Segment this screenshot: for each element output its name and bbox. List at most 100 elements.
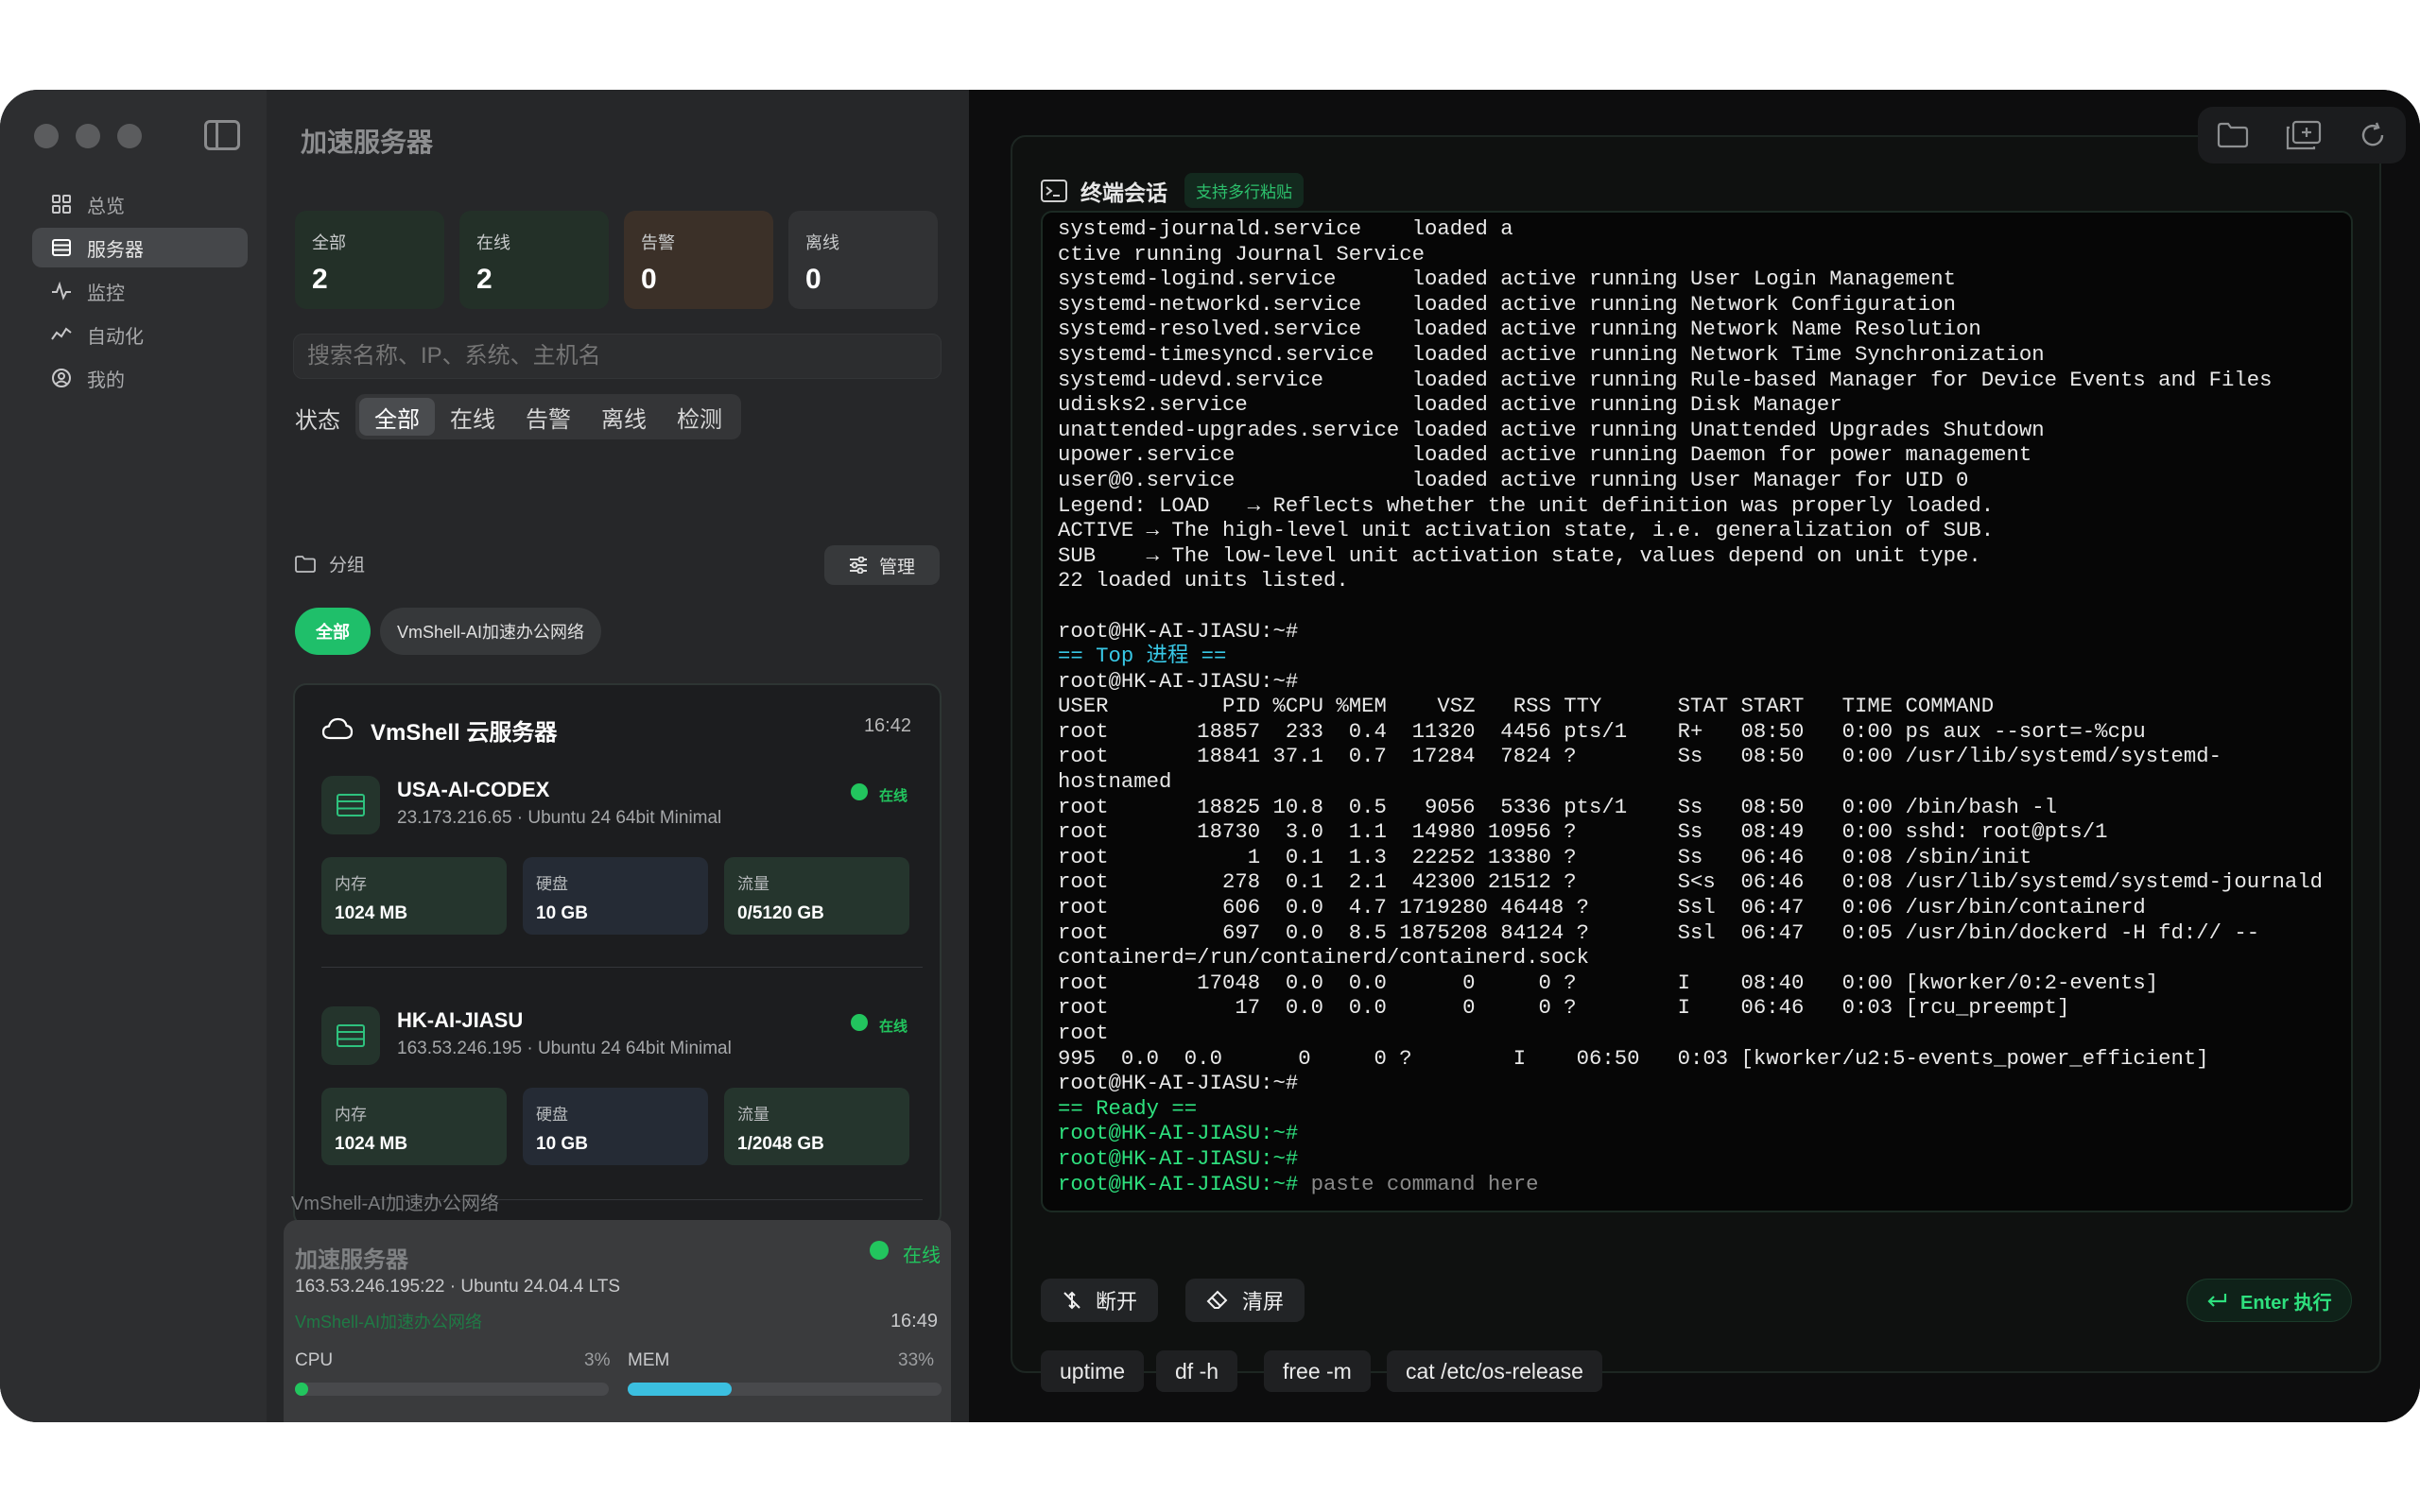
stat-card-offline[interactable]: 离线 0 xyxy=(788,211,938,309)
server-item-hk-ai-jiasu[interactable]: HK-AI-JIASU 163.53.246.195 · Ubuntu 24 6… xyxy=(321,1006,926,1205)
status-filter-label: 状态 xyxy=(295,408,340,434)
filter-tab-warning[interactable]: 告警 xyxy=(510,398,586,436)
metric-memory: 内存 1024 MB xyxy=(321,1088,507,1165)
enter-execute-button[interactable]: Enter 执行 xyxy=(2187,1279,2352,1322)
terminal-line: containerd=/run/containerd/containerd.so… xyxy=(1058,945,1589,971)
folder-icon[interactable] xyxy=(2217,122,2249,148)
stat-card-warning[interactable]: 告警 0 xyxy=(624,211,773,309)
server-icon xyxy=(51,237,72,258)
folder-icon xyxy=(295,555,316,573)
close-window-button[interactable] xyxy=(34,124,59,148)
command-input[interactable]: paste command here xyxy=(1311,1172,1539,1196)
sliders-icon xyxy=(849,557,868,574)
terminal-line: 22 loaded units listed. xyxy=(1058,568,1349,593)
stat-value: 2 xyxy=(312,264,328,295)
server-icon xyxy=(321,1006,380,1065)
stat-label: 在线 xyxy=(476,233,510,252)
sidebar-item-automation[interactable]: 自动化 xyxy=(32,315,248,354)
cpu-value: 3% xyxy=(584,1350,611,1370)
refresh-icon[interactable] xyxy=(2359,121,2387,149)
filter-tab-online[interactable]: 在线 xyxy=(435,398,510,436)
terminal-line: systemd-timesyncd.service loaded active … xyxy=(1058,341,2045,367)
stat-card-all[interactable]: 全部 2 xyxy=(295,211,444,309)
terminal-line: systemd-networkd.service loaded active r… xyxy=(1058,291,1957,317)
terminal-input-line[interactable]: root@HK-AI-JIASU:~# paste command here xyxy=(1058,1172,2336,1197)
filter-tab-check[interactable]: 检测 xyxy=(662,398,737,436)
provider-time: 16:42 xyxy=(863,715,911,736)
automation-icon xyxy=(51,324,72,345)
group-chip-all[interactable]: 全部 xyxy=(295,608,371,655)
metric-traffic: 流量 1/2048 GB xyxy=(724,1088,909,1165)
search-input[interactable] xyxy=(293,334,942,379)
terminal-line: 995 0.0 0.0 0 0 ? I 06:50 0:03 [kworker/… xyxy=(1058,1045,2209,1071)
clear-screen-button[interactable]: 清屏 xyxy=(1185,1279,1305,1322)
sidebar-item-servers[interactable]: 服务器 xyxy=(32,228,248,267)
mem-bar-fill xyxy=(628,1383,732,1396)
filter-tab-offline[interactable]: 离线 xyxy=(586,398,662,436)
sidebar-item-label: 我的 xyxy=(87,369,125,391)
quick-command-os-release[interactable]: cat /etc/os-release xyxy=(1387,1350,1602,1392)
terminal-line: SUB → The low-level unit activation stat… xyxy=(1058,542,1981,568)
manage-label: 管理 xyxy=(878,557,915,577)
metric-value: 0/5120 GB xyxy=(737,903,824,923)
metric-label: 流量 xyxy=(737,1106,769,1124)
server-name: USA-AI-CODEX xyxy=(397,778,550,801)
terminal-title: 终端会话 xyxy=(1080,180,1167,205)
terminal-panel: 终端会话 支持多行粘贴 systemd-journald.service loa… xyxy=(969,90,2420,1422)
metric-label: 流量 xyxy=(737,875,769,893)
enter-label: Enter 执行 xyxy=(2240,1292,2332,1314)
terminal-line: user@0.service loaded active running Use… xyxy=(1058,467,1969,492)
terminal-line: root 18825 10.8 0.5 9056 5336 pts/1 Ss 0… xyxy=(1058,794,2058,819)
group-label: 分组 xyxy=(329,556,366,576)
quick-command-free[interactable]: free -m xyxy=(1264,1350,1371,1392)
terminal-line: root 1 0.1 1.3 22252 13380 ? Ss 06:46 0:… xyxy=(1058,844,2032,869)
terminal-prompt: root@HK-AI-JIASU:~# xyxy=(1058,1171,1311,1196)
terminal-output[interactable]: systemd-journald.service loaded a ctive r… xyxy=(1041,211,2353,1212)
cloud-icon xyxy=(321,717,354,745)
terminal-line: systemd-journald.service loaded a xyxy=(1058,216,1513,241)
status-filter-tabs: 全部 在线 告警 离线 检测 xyxy=(355,394,741,439)
group-chip-vmshell[interactable]: VmShell-AI加速办公网络 xyxy=(380,608,602,655)
terminal-line: ACTIVE → The high-level unit activation … xyxy=(1058,518,1995,543)
server-meta: 163.53.246.195 · Ubuntu 24 64bit Minimal xyxy=(397,1039,732,1058)
sidebar-item-label: 服务器 xyxy=(87,239,144,261)
provider-card: VmShell 云服务器 16:42 USA-AI-CODEX 23.173.2… xyxy=(293,683,942,1227)
sidebar-toggle-icon[interactable] xyxy=(204,120,240,150)
stat-card-online[interactable]: 在线 2 xyxy=(459,211,609,309)
terminal-line: root 18841 37.1 0.7 17284 7824 ? Ss 08:5… xyxy=(1058,744,2221,769)
filter-tab-all[interactable]: 全部 xyxy=(359,398,435,436)
terminal-line: == Top 进程 == xyxy=(1058,644,1227,669)
server-group: VmShell-AI加速办公网络 xyxy=(295,1313,483,1332)
terminal-line: root 18857 233 0.4 11320 4456 pts/1 R+ 0… xyxy=(1058,718,2146,744)
quick-command-uptime[interactable]: uptime xyxy=(1041,1350,1145,1392)
terminal-line: systemd-resolved.service loaded active r… xyxy=(1058,317,1981,342)
terminal-icon xyxy=(1041,179,1067,202)
metric-label: 硬盘 xyxy=(536,1106,568,1124)
minimize-window-button[interactable] xyxy=(76,124,100,148)
terminal-line: root xyxy=(1058,1021,1109,1045)
new-window-icon[interactable] xyxy=(2286,120,2322,150)
manage-groups-button[interactable]: 管理 xyxy=(824,545,940,585)
sidebar-item-monitor[interactable]: 监控 xyxy=(32,271,248,311)
online-dot-icon xyxy=(870,1241,889,1260)
sidebar-item-overview[interactable]: 总览 xyxy=(32,184,248,224)
quick-command-df[interactable]: df -h xyxy=(1156,1350,1238,1392)
terminal-line: unattended-upgrades.service loaded activ… xyxy=(1058,417,2045,442)
selected-server-card[interactable]: 加速服务器 在线 163.53.246.195:22 · Ubuntu 24.0… xyxy=(284,1220,951,1422)
server-item-usa-ai-codex[interactable]: USA-AI-CODEX 23.173.216.65 · Ubuntu 24 6… xyxy=(321,776,926,974)
clear-label: 清屏 xyxy=(1242,1290,1285,1314)
user-circle-icon xyxy=(51,368,72,388)
zoom-window-button[interactable] xyxy=(117,124,142,148)
disconnect-button[interactable]: 断开 xyxy=(1041,1279,1159,1322)
terminal-line: root 17 0.0 0.0 0 0 ? I 06:46 0:03 [rcu_… xyxy=(1058,995,2070,1021)
server-meta: 23.173.216.65 · Ubuntu 24 64bit Minimal xyxy=(397,808,722,828)
terminal-line: root@HK-AI-JIASU:~# xyxy=(1058,1121,1299,1146)
terminal-line: root@HK-AI-JIASU:~# xyxy=(1058,618,1299,644)
sidebar-item-profile[interactable]: 我的 xyxy=(32,358,248,398)
metric-disk: 硬盘 10 GB xyxy=(523,857,708,935)
terminal-line: hostnamed xyxy=(1058,769,1172,795)
terminal-line: root@HK-AI-JIASU:~# xyxy=(1058,1071,1299,1096)
metric-value: 1024 MB xyxy=(335,1134,408,1154)
stat-label: 全部 xyxy=(312,233,346,252)
cpu-bar-fill xyxy=(295,1383,308,1396)
